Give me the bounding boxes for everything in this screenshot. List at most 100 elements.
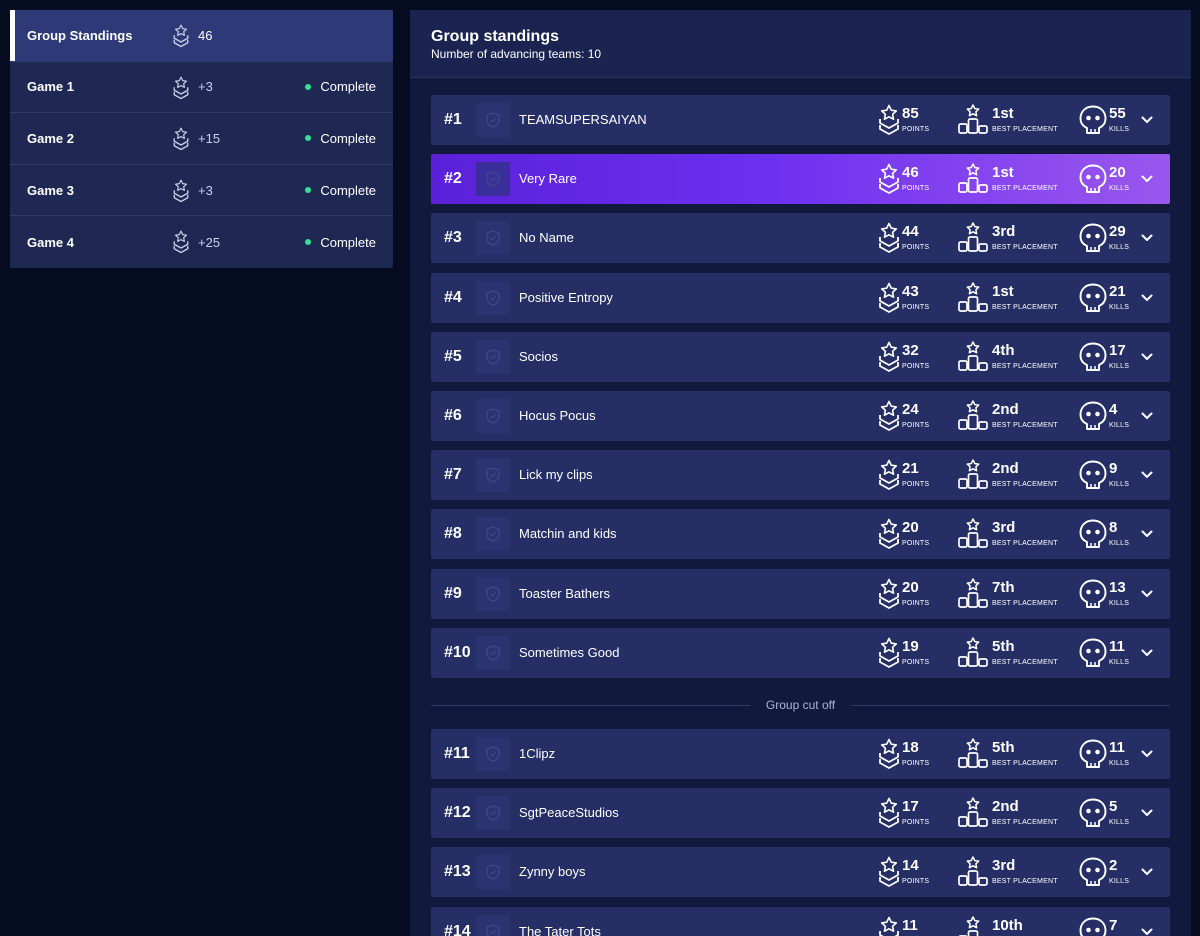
team-rank: #4 — [444, 288, 462, 306]
shield-icon — [486, 864, 500, 880]
team-logo — [476, 339, 510, 374]
team-points: 20 — [902, 519, 919, 537]
team-name: Matchin and kids — [519, 526, 617, 542]
status-badge: Complete — [305, 79, 376, 94]
team-logo — [476, 737, 510, 771]
team-row-10[interactable]: #10 Sometimes Good 19 POINTS 5th BEST PL… — [431, 627, 1170, 678]
skull-icon — [1079, 739, 1107, 769]
standings-panel: Group standings Number of advancing team… — [410, 10, 1191, 936]
points-label: POINTS — [902, 599, 930, 607]
team-row-2[interactable]: #2 Very Rare 46 POINTS 1st BEST PLACEMEN… — [431, 154, 1170, 205]
points-label: POINTS — [902, 303, 930, 311]
podium-star-icon — [958, 738, 988, 768]
sidebar-item-game-3[interactable]: Game 3 +3 Complete — [10, 165, 393, 217]
sidebar-item-points: +3 — [198, 79, 213, 95]
team-points: 44 — [902, 223, 919, 241]
team-name: Socios — [519, 348, 559, 364]
best-placement-label: BEST PLACEMENT — [992, 185, 1058, 193]
kills-label: KILLS — [1109, 303, 1130, 311]
sidebar: Group Standings 46 Game 1 +3 Complete Ga… — [10, 10, 393, 268]
chevron-down-icon[interactable] — [1140, 172, 1154, 186]
sidebar-item-game-2[interactable]: Game 2 +15 Complete — [10, 113, 393, 165]
team-rank: #3 — [444, 229, 462, 247]
team-row-4[interactable]: #4 Positive Entropy 43 POINTS 1st BEST P… — [431, 272, 1170, 323]
best-placement-label: BEST PLACEMENT — [992, 362, 1058, 370]
team-rank: #11 — [444, 745, 470, 762]
team-row-7[interactable]: #7 Lick my clips 21 POINTS 2nd BEST PLAC… — [431, 450, 1170, 501]
podium-star-icon — [958, 163, 988, 193]
sidebar-item-points: +25 — [198, 234, 221, 250]
team-best-placement: 2nd — [992, 798, 1019, 816]
chevron-down-icon[interactable] — [1140, 806, 1154, 820]
chevron-rank-star-icon — [171, 24, 191, 48]
chevron-down-icon[interactable] — [1140, 409, 1154, 423]
team-kills: 5 — [1109, 798, 1118, 816]
team-points: 43 — [902, 282, 919, 300]
chevron-down-icon[interactable] — [1140, 291, 1154, 305]
sidebar-item-game-1[interactable]: Game 1 +3 Complete — [10, 62, 393, 114]
skull-icon — [1079, 223, 1107, 253]
status-text: Complete — [320, 130, 376, 146]
team-row-8[interactable]: #8 Matchin and kids 20 POINTS 3rd BEST P… — [431, 509, 1170, 560]
shield-icon — [486, 586, 500, 602]
status-dot-icon — [305, 187, 312, 194]
team-best-placement: 1st — [992, 282, 1014, 300]
team-name: The Tater Tots — [519, 923, 601, 936]
shield-icon — [486, 290, 500, 306]
team-kills: 13 — [1109, 578, 1126, 596]
chevron-down-icon[interactable] — [1140, 231, 1154, 245]
chevron-rank-star-icon — [878, 163, 900, 195]
kills-label: KILLS — [1109, 760, 1130, 767]
skull-icon — [1079, 105, 1107, 135]
chevron-rank-star-icon — [171, 127, 191, 151]
advancing-teams-subtitle: Number of advancing teams: 10 — [431, 47, 602, 61]
sidebar-item-label: Game 3 — [27, 182, 74, 198]
sidebar-item-label: Game 1 — [27, 79, 74, 95]
team-row-11[interactable]: #11 1Clipz 18 POINTS 5th BEST PLACEMENT … — [431, 729, 1170, 779]
team-name: Sometimes Good — [519, 644, 620, 660]
chevron-down-icon[interactable] — [1140, 747, 1154, 761]
team-best-placement: 3rd — [992, 223, 1016, 241]
chevron-down-icon[interactable] — [1140, 468, 1154, 482]
team-logo — [476, 162, 510, 197]
team-points: 18 — [902, 739, 919, 756]
team-row-6[interactable]: #6 Hocus Pocus 24 POINTS 2nd BEST PLACEM… — [431, 391, 1170, 441]
chevron-rank-star-icon — [171, 230, 191, 254]
status-text: Complete — [320, 79, 376, 95]
team-logo — [476, 458, 510, 493]
team-row-13[interactable]: #13 Zynny boys 14 POINTS 3rd BEST PLACEM… — [431, 847, 1170, 898]
team-row-1[interactable]: #1 TEAMSUPERSAIYAN 85 POINTS 1st BEST PL… — [431, 95, 1170, 145]
chevron-down-icon[interactable] — [1140, 865, 1154, 879]
kills-label: KILLS — [1109, 878, 1130, 886]
chevron-down-icon[interactable] — [1140, 113, 1154, 127]
status-badge: Complete — [305, 235, 376, 250]
podium-star-icon — [958, 637, 988, 667]
team-row-9[interactable]: #9 Toaster Bathers 20 POINTS 7th BEST PL… — [431, 568, 1170, 619]
team-row-3[interactable]: #3 No Name 44 POINTS 3rd BEST PLACEMENT … — [431, 213, 1170, 264]
chevron-down-icon[interactable] — [1140, 350, 1154, 364]
podium-star-icon — [958, 400, 988, 430]
chevron-down-icon[interactable] — [1140, 925, 1154, 936]
points-label: POINTS — [902, 126, 930, 133]
chevron-down-icon[interactable] — [1140, 646, 1154, 660]
best-placement-label: BEST PLACEMENT — [992, 126, 1058, 133]
shield-icon — [486, 230, 500, 246]
team-row-14[interactable]: #14 The Tater Tots 11 POINTS 10th BEST P… — [431, 906, 1170, 936]
team-row-12[interactable]: #12 SgtPeaceStudios 17 POINTS 2nd BEST P… — [431, 788, 1170, 839]
skull-icon — [1079, 917, 1107, 936]
chevron-down-icon[interactable] — [1140, 587, 1154, 601]
team-kills: 11 — [1109, 637, 1125, 655]
chevron-down-icon[interactable] — [1140, 527, 1154, 541]
team-logo — [476, 635, 510, 670]
chevron-rank-star-icon — [878, 341, 900, 373]
sidebar-item-game-4[interactable]: Game 4 +25 Complete — [10, 216, 393, 268]
sidebar-item-group-standings[interactable]: Group Standings 46 — [10, 10, 393, 62]
team-points: 17 — [902, 798, 919, 816]
podium-star-icon — [958, 916, 988, 936]
shield-icon — [486, 645, 500, 661]
status-badge: Complete — [305, 183, 376, 198]
team-best-placement: 5th — [992, 739, 1015, 756]
group-cutoff-divider: Group cut off — [431, 695, 1170, 715]
team-row-5[interactable]: #5 Socios 32 POINTS 4th BEST PLACEMENT 1… — [431, 331, 1170, 382]
team-kills: 9 — [1109, 460, 1118, 478]
